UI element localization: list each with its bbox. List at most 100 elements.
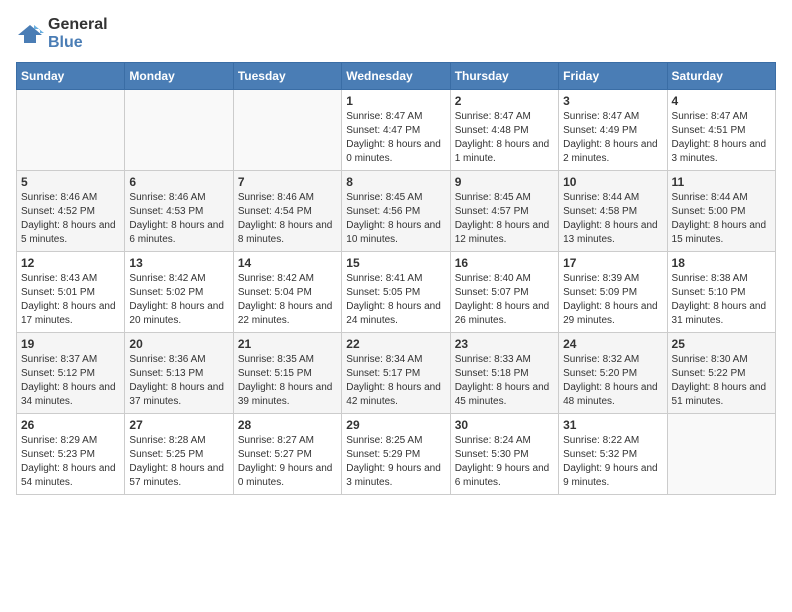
day-number: 16 <box>455 256 554 270</box>
cell-info: Sunrise: 8:32 AM Sunset: 5:20 PM Dayligh… <box>563 353 662 409</box>
logo-blue: Blue <box>48 34 83 51</box>
calendar-week-2: 5Sunrise: 8:46 AM Sunset: 4:52 PM Daylig… <box>17 171 776 252</box>
cell-info: Sunrise: 8:27 AM Sunset: 5:27 PM Dayligh… <box>238 434 337 490</box>
calendar-cell: 12 Sunrise: 8:43 AM Sunset: 5:01 PM Dayli… <box>17 252 125 333</box>
day-number: 4 <box>672 94 771 108</box>
cell-info: Sunrise: 8:25 AM Sunset: 5:29 PM Dayligh… <box>346 434 445 490</box>
calendar-cell: 19 Sunrise: 8:37 AM Sunset: 5:12 PM Dayli… <box>17 333 125 414</box>
day-number: 12 <box>21 256 120 270</box>
cell-info: Sunrise: 8:40 AM Sunset: 5:07 PM Dayligh… <box>455 272 554 328</box>
cell-info: Sunrise: 8:38 AM Sunset: 5:10 PM Dayligh… <box>672 272 771 328</box>
cell-info: Sunrise: 8:46 AM Sunset: 4:52 PM Dayligh… <box>21 191 120 247</box>
calendar-table: SundayMondayTuesdayWednesdayThursdayFrid… <box>16 62 776 495</box>
cell-info: Sunrise: 8:44 AM Sunset: 5:00 PM Dayligh… <box>672 191 771 247</box>
logo-general: General <box>48 16 108 33</box>
calendar-cell: 2 Sunrise: 8:47 AM Sunset: 4:48 PM Daylig… <box>450 90 558 171</box>
cell-info: Sunrise: 8:41 AM Sunset: 5:05 PM Dayligh… <box>346 272 445 328</box>
calendar-week-1: 1Sunrise: 8:47 AM Sunset: 4:47 PM Daylig… <box>17 90 776 171</box>
day-number: 14 <box>238 256 337 270</box>
day-number: 31 <box>563 418 662 432</box>
calendar-week-4: 19 Sunrise: 8:37 AM Sunset: 5:12 PM Dayli… <box>17 333 776 414</box>
day-number: 8 <box>346 175 445 189</box>
calendar-cell: 3 Sunrise: 8:47 AM Sunset: 4:49 PM Daylig… <box>559 90 667 171</box>
cell-info: Sunrise: 8:37 AM Sunset: 5:12 PM Dayligh… <box>21 353 120 409</box>
calendar-cell: 14 Sunrise: 8:42 AM Sunset: 5:04 PM Dayli… <box>233 252 341 333</box>
calendar-cell: 4 Sunrise: 8:47 AM Sunset: 4:51 PM Daylig… <box>667 90 775 171</box>
calendar-cell: 21 Sunrise: 8:35 AM Sunset: 5:15 PM Dayli… <box>233 333 341 414</box>
calendar-cell: 5Sunrise: 8:46 AM Sunset: 4:52 PM Daylig… <box>17 171 125 252</box>
cell-info: Sunrise: 8:24 AM Sunset: 5:30 PM Dayligh… <box>455 434 554 490</box>
day-number: 9 <box>455 175 554 189</box>
cell-info: Sunrise: 8:47 AM Sunset: 4:49 PM Dayligh… <box>563 110 662 166</box>
day-number: 10 <box>563 175 662 189</box>
day-number: 7 <box>238 175 337 189</box>
calendar-cell: 25Sunrise: 8:30 AM Sunset: 5:22 PM Dayli… <box>667 333 775 414</box>
day-number: 28 <box>238 418 337 432</box>
calendar-cell: 9 Sunrise: 8:45 AM Sunset: 4:57 PM Daylig… <box>450 171 558 252</box>
weekday-header-monday: Monday <box>125 63 233 90</box>
day-number: 26 <box>21 418 120 432</box>
calendar-cell <box>125 90 233 171</box>
day-number: 29 <box>346 418 445 432</box>
cell-info: Sunrise: 8:36 AM Sunset: 5:13 PM Dayligh… <box>129 353 228 409</box>
calendar-cell: 6Sunrise: 8:46 AM Sunset: 4:53 PM Daylig… <box>125 171 233 252</box>
day-number: 30 <box>455 418 554 432</box>
cell-info: Sunrise: 8:35 AM Sunset: 5:15 PM Dayligh… <box>238 353 337 409</box>
cell-info: Sunrise: 8:42 AM Sunset: 5:02 PM Dayligh… <box>129 272 228 328</box>
day-number: 21 <box>238 337 337 351</box>
calendar-week-5: 26 Sunrise: 8:29 AM Sunset: 5:23 PM Dayli… <box>17 414 776 495</box>
day-number: 2 <box>455 94 554 108</box>
cell-info: Sunrise: 8:44 AM Sunset: 4:58 PM Dayligh… <box>563 191 662 247</box>
calendar-cell: 18 Sunrise: 8:38 AM Sunset: 5:10 PM Dayli… <box>667 252 775 333</box>
cell-info: Sunrise: 8:47 AM Sunset: 4:51 PM Dayligh… <box>672 110 771 166</box>
calendar-cell: 16 Sunrise: 8:40 AM Sunset: 5:07 PM Dayli… <box>450 252 558 333</box>
calendar-cell <box>667 414 775 495</box>
calendar-cell <box>233 90 341 171</box>
calendar-cell: 31Sunrise: 8:22 AM Sunset: 5:32 PM Dayli… <box>559 414 667 495</box>
day-number: 25 <box>672 337 771 351</box>
day-number: 18 <box>672 256 771 270</box>
weekday-header-wednesday: Wednesday <box>342 63 450 90</box>
cell-info: Sunrise: 8:34 AM Sunset: 5:17 PM Dayligh… <box>346 353 445 409</box>
day-number: 24 <box>563 337 662 351</box>
day-number: 17 <box>563 256 662 270</box>
day-number: 11 <box>672 175 771 189</box>
cell-info: Sunrise: 8:29 AM Sunset: 5:23 PM Dayligh… <box>21 434 120 490</box>
weekday-header-saturday: Saturday <box>667 63 775 90</box>
cell-info: Sunrise: 8:45 AM Sunset: 4:57 PM Dayligh… <box>455 191 554 247</box>
calendar-cell: 24 Sunrise: 8:32 AM Sunset: 5:20 PM Dayli… <box>559 333 667 414</box>
logo: General Blue <box>16 16 108 52</box>
calendar-cell: 15 Sunrise: 8:41 AM Sunset: 5:05 PM Dayli… <box>342 252 450 333</box>
day-number: 13 <box>129 256 228 270</box>
calendar-cell: 11 Sunrise: 8:44 AM Sunset: 5:00 PM Dayli… <box>667 171 775 252</box>
weekday-header-sunday: Sunday <box>17 63 125 90</box>
cell-info: Sunrise: 8:42 AM Sunset: 5:04 PM Dayligh… <box>238 272 337 328</box>
day-number: 1 <box>346 94 445 108</box>
day-number: 20 <box>129 337 228 351</box>
day-number: 15 <box>346 256 445 270</box>
day-number: 3 <box>563 94 662 108</box>
weekday-header-friday: Friday <box>559 63 667 90</box>
day-number: 19 <box>21 337 120 351</box>
calendar-cell: 27 Sunrise: 8:28 AM Sunset: 5:25 PM Dayli… <box>125 414 233 495</box>
calendar-cell <box>17 90 125 171</box>
cell-info: Sunrise: 8:47 AM Sunset: 4:48 PM Dayligh… <box>455 110 554 166</box>
calendar-cell: 8Sunrise: 8:45 AM Sunset: 4:56 PM Daylig… <box>342 171 450 252</box>
header: General Blue <box>16 16 776 52</box>
calendar-cell: 1Sunrise: 8:47 AM Sunset: 4:47 PM Daylig… <box>342 90 450 171</box>
logo-icon <box>16 23 44 45</box>
weekday-header-thursday: Thursday <box>450 63 558 90</box>
cell-info: Sunrise: 8:28 AM Sunset: 5:25 PM Dayligh… <box>129 434 228 490</box>
calendar-cell: 17Sunrise: 8:39 AM Sunset: 5:09 PM Dayli… <box>559 252 667 333</box>
weekday-header-tuesday: Tuesday <box>233 63 341 90</box>
day-number: 27 <box>129 418 228 432</box>
calendar-cell: 30 Sunrise: 8:24 AM Sunset: 5:30 PM Dayli… <box>450 414 558 495</box>
calendar-week-3: 12 Sunrise: 8:43 AM Sunset: 5:01 PM Dayli… <box>17 252 776 333</box>
cell-info: Sunrise: 8:43 AM Sunset: 5:01 PM Dayligh… <box>21 272 120 328</box>
calendar-cell: 13 Sunrise: 8:42 AM Sunset: 5:02 PM Dayli… <box>125 252 233 333</box>
calendar-cell: 20 Sunrise: 8:36 AM Sunset: 5:13 PM Dayli… <box>125 333 233 414</box>
day-number: 23 <box>455 337 554 351</box>
calendar-cell: 7 Sunrise: 8:46 AM Sunset: 4:54 PM Daylig… <box>233 171 341 252</box>
calendar-cell: 10 Sunrise: 8:44 AM Sunset: 4:58 PM Dayli… <box>559 171 667 252</box>
cell-info: Sunrise: 8:46 AM Sunset: 4:54 PM Dayligh… <box>238 191 337 247</box>
